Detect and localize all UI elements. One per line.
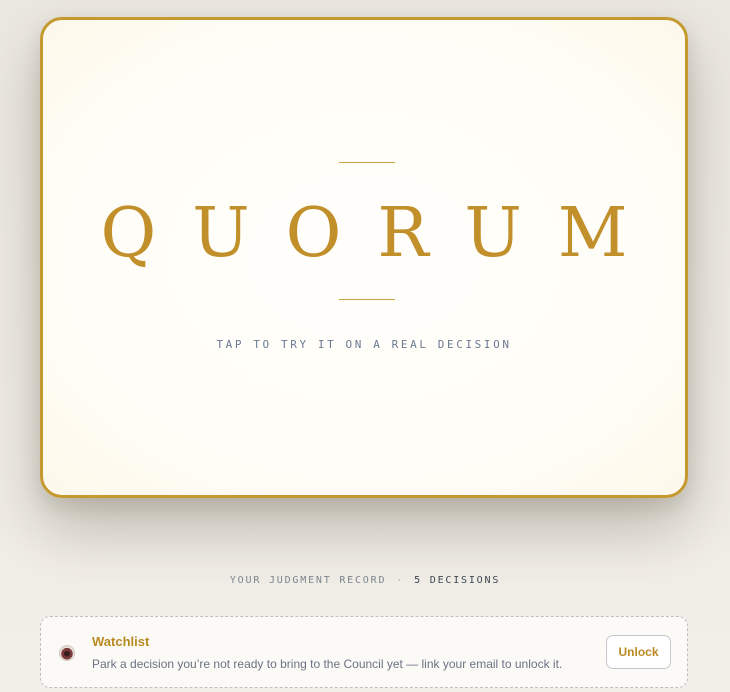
unlock-button[interactable]: Unlock: [606, 635, 671, 669]
top-divider: [339, 162, 395, 163]
eye-icon: [60, 646, 74, 660]
quorum-wordmark: QUORUM: [100, 194, 664, 273]
quorum-hero-card[interactable]: QUORUM TAP TO TRY IT ON A REAL DECISION: [40, 17, 688, 498]
bottom-divider: [339, 299, 395, 300]
watchlist-card: Watchlist Park a decision you’re not rea…: [40, 616, 688, 688]
judgment-record-summary: YOUR JUDGMENT RECORD · 5 DECISIONS: [0, 575, 730, 586]
try-decision-prompt: TAP TO TRY IT ON A REAL DECISION: [216, 338, 512, 351]
decision-count: 5 DECISIONS: [414, 575, 501, 586]
record-label: YOUR JUDGMENT RECORD: [229, 575, 387, 586]
watchlist-title: Watchlist: [92, 634, 150, 649]
record-separator: ·: [396, 575, 405, 586]
watchlist-description: Park a decision you’re not ready to brin…: [92, 657, 563, 671]
